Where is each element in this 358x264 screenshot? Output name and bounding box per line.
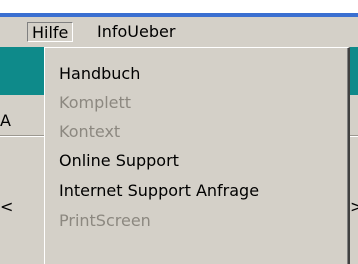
menu-item-internet-support-anfrage[interactable]: Internet Support Anfrage [59,177,259,205]
menu-item-online-support[interactable]: Online Support [59,147,179,175]
background-left-arrow: < [0,197,14,216]
background-edge-text: A [0,111,11,130]
menu-item-handbuch[interactable]: Handbuch [59,60,140,88]
menu-item-komplett[interactable]: Komplett [59,89,131,117]
menu-item-printscreen[interactable]: PrintScreen [59,207,151,235]
background-right-arrow: > [350,197,358,216]
hilfe-dropdown-menu: Handbuch Komplett Kontext Online Support… [44,47,350,264]
menu-item-kontext[interactable]: Kontext [59,118,120,146]
title-bar-strip [0,0,358,18]
menu-infoueber[interactable]: InfoUeber [93,22,179,42]
menu-bar: Hilfe InfoUeber [0,17,358,47]
menu-hilfe[interactable]: Hilfe [27,22,74,42]
